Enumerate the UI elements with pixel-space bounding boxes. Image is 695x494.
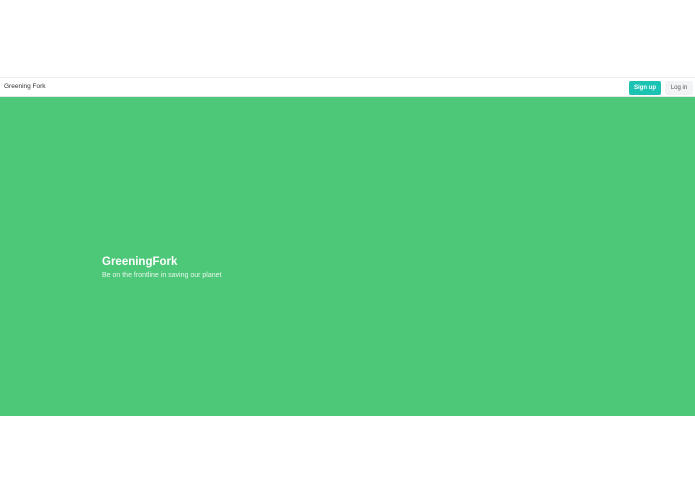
hero-subtitle: Be on the frontline in saving our planet (102, 272, 222, 279)
brand-link[interactable]: Greening Fork (4, 82, 46, 92)
log-in-button[interactable]: Log in (665, 81, 693, 95)
sign-up-button[interactable]: Sign up (629, 81, 661, 95)
top-navbar: Greening Fork Sign up Log in (0, 77, 695, 97)
hero-title: GreeningFork (102, 256, 178, 268)
page: Greening Fork Sign up Log in GreeningFor… (0, 0, 695, 494)
hero-banner: GreeningFork Be on the frontline in savi… (0, 97, 695, 416)
